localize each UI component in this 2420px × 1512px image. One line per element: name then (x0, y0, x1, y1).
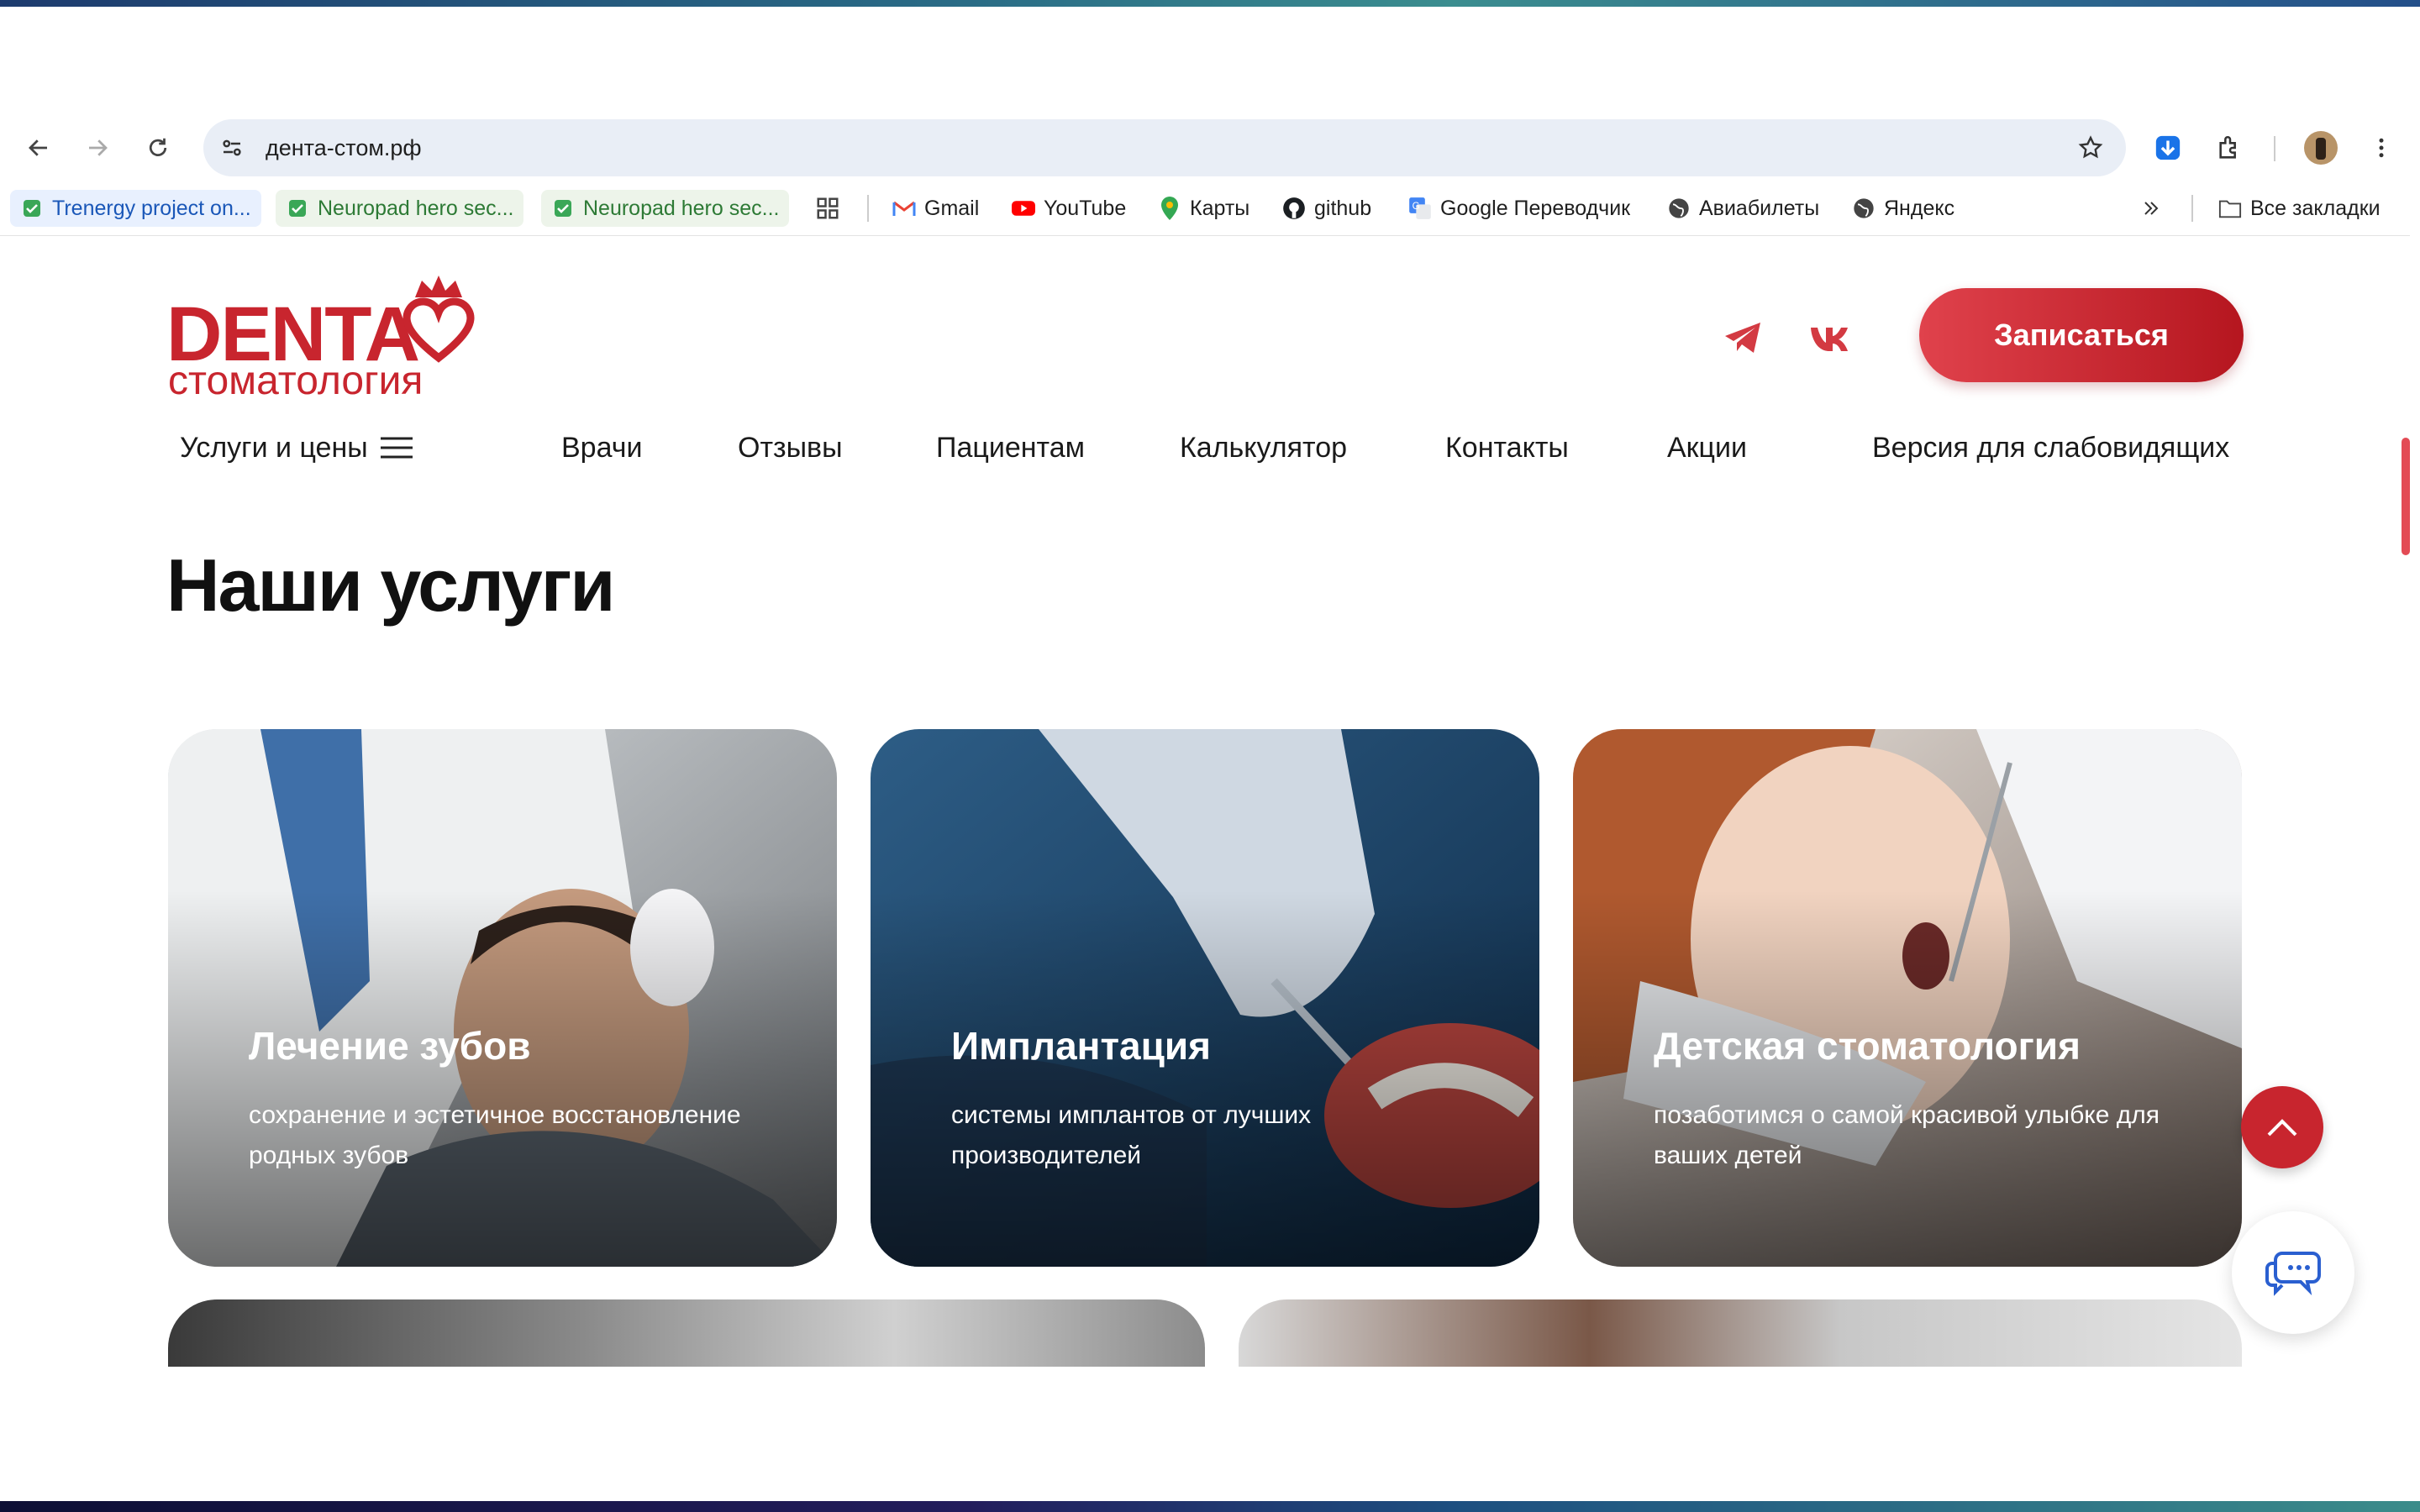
apps-grid-icon[interactable] (815, 190, 840, 227)
bookmark-label: Google Переводчик (1440, 196, 1631, 220)
bookmark-label: Gmail (924, 196, 980, 220)
menu-patients[interactable]: Пациентам (936, 423, 1085, 473)
bookmark-item[interactable]: Neuropad hero sec... (541, 190, 790, 227)
profile-avatar[interactable] (2301, 128, 2341, 168)
vk-icon[interactable] (1807, 314, 1854, 361)
back-button[interactable] (18, 128, 59, 168)
service-card-kids[interactable]: Детская стоматология позаботимся о самой… (1573, 729, 2242, 1267)
reload-button[interactable] (138, 128, 178, 168)
bookmark-item[interactable]: YouTube (1012, 190, 1126, 227)
service-card-partial[interactable] (1239, 1299, 2242, 1367)
bookmark-item[interactable]: Trenergy project on... (10, 190, 261, 227)
github-icon (1282, 197, 1306, 220)
telegram-icon[interactable] (1719, 314, 1766, 361)
menu-calculator[interactable]: Калькулятор (1180, 423, 1347, 473)
bookmark-item[interactable]: Gmail (892, 190, 979, 227)
menu-promos[interactable]: Акции (1667, 423, 1747, 473)
service-card-implants[interactable]: Имплантация системы имплантов от лучших … (871, 729, 1539, 1267)
chat-button[interactable] (2232, 1211, 2354, 1334)
site-settings-icon[interactable] (217, 133, 247, 163)
service-card-partial[interactable] (168, 1299, 1205, 1367)
card-gradient-overlay (168, 729, 837, 1267)
window-titlebar (0, 7, 2420, 116)
hamburger-icon (380, 431, 413, 465)
bookmark-separator (2191, 195, 2193, 222)
bookmark-item[interactable]: github (1282, 190, 1371, 227)
bookmark-label: Авиабилеты (1699, 196, 1820, 220)
bookmark-label: Neuropad hero sec... (583, 196, 780, 220)
bookmark-star-icon[interactable] (2074, 131, 2107, 165)
card-gradient-overlay (1573, 729, 2242, 1267)
translate-icon: G (1408, 197, 1432, 220)
globe-icon (1667, 197, 1691, 220)
download-icon[interactable] (2148, 128, 2188, 168)
desktop-top-strip (0, 0, 2420, 7)
gmail-icon (892, 197, 916, 220)
back-arrow-icon (29, 139, 47, 156)
check-icon (286, 197, 309, 220)
forward-button[interactable] (77, 128, 118, 168)
menu-reviews[interactable]: Отзывы (738, 423, 843, 473)
browser-toolbar: дента-стом.рф (0, 116, 2410, 180)
chat-bubbles-icon (2265, 1252, 2321, 1296)
reload-icon (149, 138, 167, 156)
section-title: Наши услуги (166, 543, 616, 627)
scroll-to-top-button[interactable] (2241, 1086, 2323, 1168)
svg-text:G: G (1413, 201, 1420, 212)
bookmark-item[interactable]: Карты (1158, 190, 1249, 227)
card-title: Имплантация (951, 1024, 1211, 1068)
bookmark-label: YouTube (1044, 196, 1127, 220)
globe-icon (1852, 197, 1876, 220)
menu-contacts[interactable]: Контакты (1445, 423, 1569, 473)
bookmark-item[interactable]: Neuropad hero sec... (276, 190, 524, 227)
desktop-bottom-strip (0, 1501, 2420, 1512)
check-icon (551, 197, 575, 220)
card-description: сохранение и эстетичное восстановление р… (249, 1101, 741, 1169)
bookmarks-bar: Trenergy project on... Neuropad hero sec… (0, 183, 2410, 236)
all-bookmarks-label: Все закладки (2250, 196, 2381, 220)
bookmark-item[interactable]: G Google Переводчик (1408, 190, 1630, 227)
web-page: DENTA стоматология Записаться Услуги и ц… (0, 236, 2410, 1512)
extensions-icon[interactable] (2210, 128, 2250, 168)
menu-services[interactable]: Услуги и цены (180, 423, 413, 473)
site-logo[interactable]: DENTA стоматология (166, 274, 475, 403)
more-bookmarks-chevron-icon[interactable] (2141, 190, 2161, 227)
folder-icon (2218, 197, 2242, 220)
more-menu-icon[interactable] (2361, 128, 2402, 168)
book-appointment-button[interactable]: Записаться (1919, 288, 2244, 382)
card-title: Детская стоматология (1654, 1024, 2081, 1068)
forward-arrow-icon (89, 139, 108, 156)
address-bar[interactable]: дента-стом.рф (203, 119, 2126, 176)
menu-doctors[interactable]: Врачи (561, 423, 642, 473)
maps-icon (1158, 197, 1181, 220)
url-text[interactable]: дента-стом.рф (266, 119, 422, 176)
check-icon (20, 197, 44, 220)
card-description: позаботимся о самой красивой улыбке для … (1654, 1101, 2160, 1169)
menu-services-label: Услуги и цены (180, 431, 368, 464)
scrollbar-thumb[interactable] (2402, 438, 2410, 555)
bookmark-item[interactable]: Авиабилеты (1667, 190, 1819, 227)
crown-heart-icon (402, 276, 475, 363)
card-description: системы имплантов от лучших производител… (951, 1101, 1312, 1169)
bookmark-item[interactable]: Яндекс (1852, 190, 1954, 227)
card-title: Лечение зубов (249, 1024, 531, 1068)
chevron-up-icon (2267, 1119, 2297, 1137)
youtube-icon (1012, 197, 1035, 220)
logo-subtitle: стоматология (168, 359, 424, 403)
page-scrollbar[interactable] (2400, 236, 2410, 1512)
bookmark-label: Trenergy project on... (52, 196, 251, 220)
menu-accessibility[interactable]: Версия для слабовидящих (1872, 423, 2229, 473)
service-card-treatment[interactable]: Лечение зубов сохранение и эстетичное во… (168, 729, 837, 1267)
toolbar-divider (2274, 136, 2275, 161)
bookmark-label: github (1314, 196, 1372, 220)
card-gradient-overlay (871, 729, 1539, 1267)
bookmark-label: Карты (1190, 196, 1250, 220)
bookmark-label: Яндекс (1884, 196, 1955, 220)
bookmark-separator (867, 195, 869, 222)
bookmark-label: Neuropad hero sec... (318, 196, 514, 220)
all-bookmarks-folder[interactable]: Все закладки (2218, 190, 2381, 227)
